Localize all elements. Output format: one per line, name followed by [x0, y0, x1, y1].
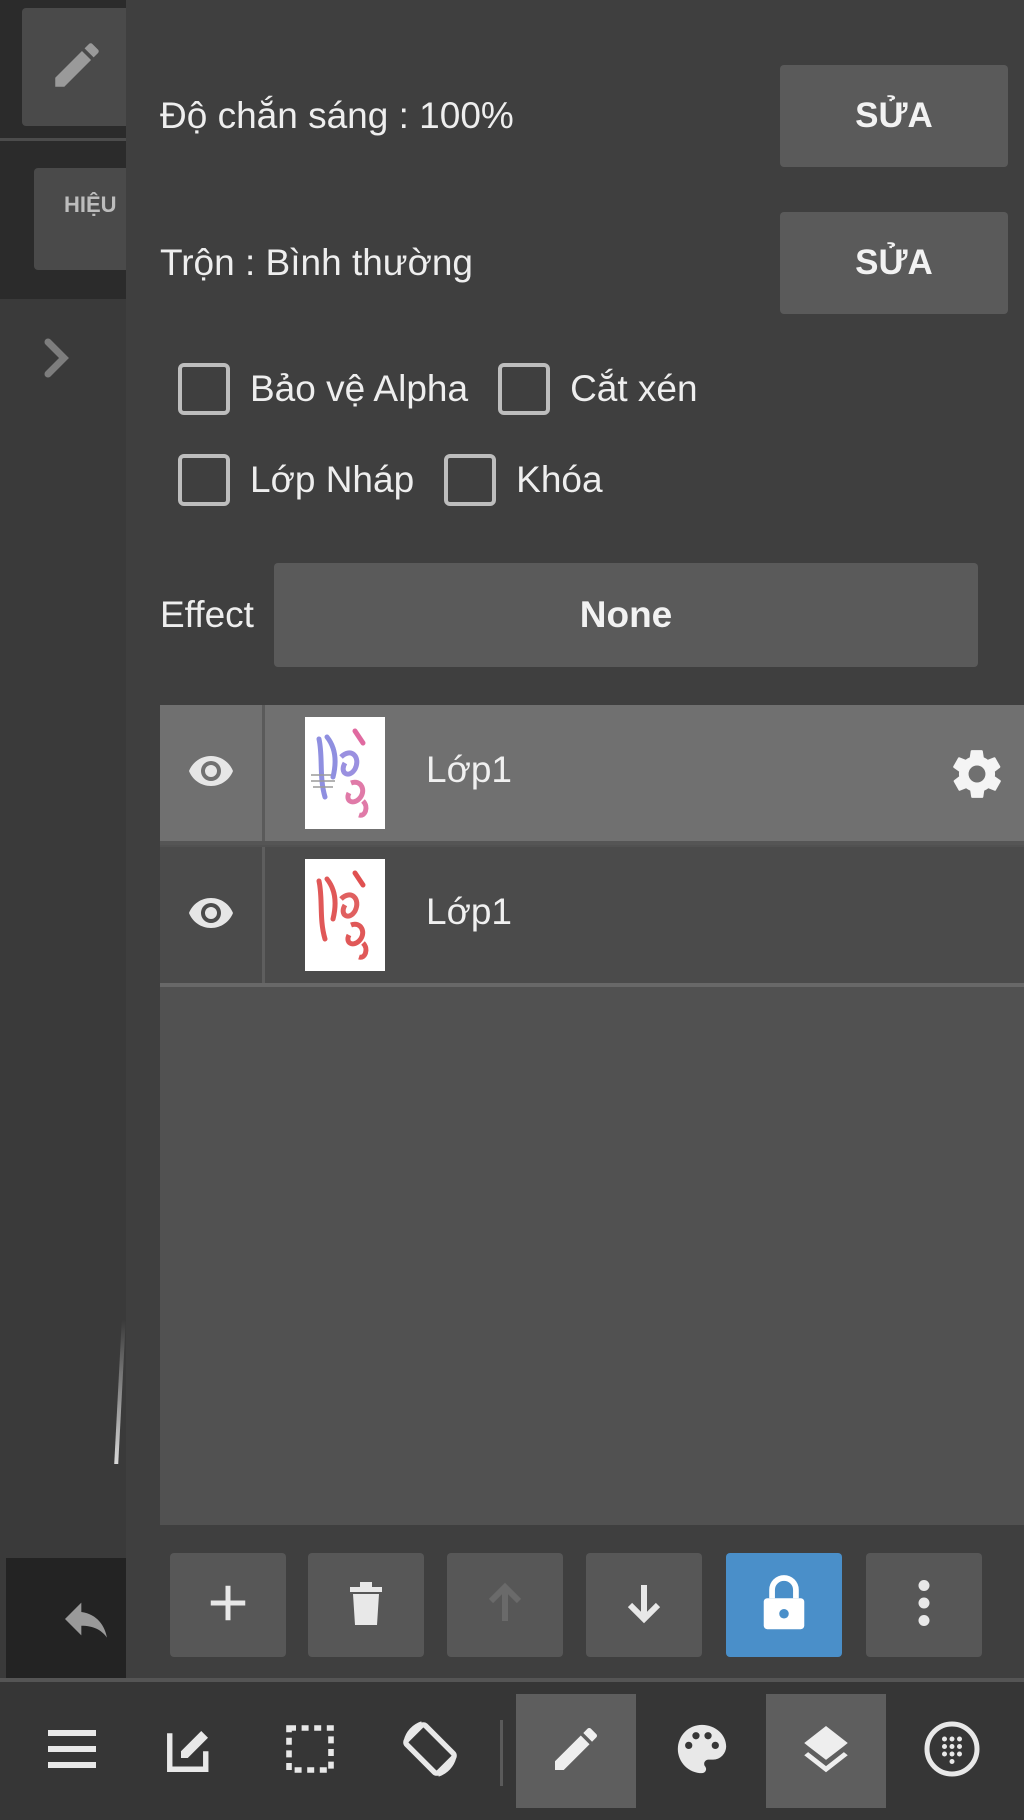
- blend-row: Trộn : Bình thường SỬA: [160, 211, 1008, 315]
- nav-palette-button[interactable]: [642, 1694, 762, 1808]
- edit-icon: [163, 1722, 217, 1781]
- side-pen-button[interactable]: [22, 8, 126, 126]
- lock-checkbox[interactable]: [444, 454, 497, 506]
- nav-layers-button[interactable]: [766, 1694, 886, 1808]
- arrow-up-icon: [485, 1581, 525, 1630]
- lock-layer-button[interactable]: [726, 1553, 842, 1657]
- palette-icon: [673, 1720, 731, 1783]
- effect-label: Effect: [160, 594, 254, 635]
- delete-layer-button[interactable]: [308, 1553, 424, 1657]
- checkbox-row-1: Bảo vệ Alpha Cắt xén: [178, 360, 728, 418]
- canvas-side-strip: HIỆU: [0, 0, 126, 1685]
- chevron-right-icon[interactable]: [40, 336, 74, 385]
- draft-layer-option[interactable]: Lớp Nháp: [178, 454, 414, 506]
- row-divider: [160, 841, 1024, 845]
- clipping-checkbox[interactable]: [498, 363, 551, 415]
- side-effect-button[interactable]: HIỆU: [34, 168, 126, 270]
- pencil-icon: [48, 36, 106, 99]
- opacity-label: Độ chắn sáng : 100%: [160, 95, 514, 136]
- pen-icon: [548, 1721, 604, 1782]
- effect-select-button[interactable]: None: [274, 563, 978, 667]
- plus-icon: [205, 1580, 251, 1631]
- layer-name: Lớp1: [426, 749, 512, 790]
- move-layer-down-button[interactable]: [586, 1553, 702, 1657]
- app-root: HIỆU Độ chắn sáng : 100% SỬA Trộn : Bình…: [0, 0, 1024, 1820]
- canvas-stroke: [114, 1320, 126, 1464]
- add-layer-button[interactable]: [170, 1553, 286, 1657]
- clipping-label: Cắt xén: [570, 368, 698, 409]
- draft-layer-label: Lớp Nháp: [250, 459, 415, 500]
- eye-icon: [187, 747, 235, 800]
- lock-option[interactable]: Khóa: [444, 454, 603, 506]
- undo-button[interactable]: [6, 1558, 126, 1685]
- layer-thumbnail: [305, 859, 385, 971]
- opacity-row: Độ chắn sáng : 100% SỬA: [160, 64, 1008, 168]
- layer-toolbar: [170, 1553, 1010, 1657]
- draft-layer-checkbox[interactable]: [178, 454, 230, 506]
- layer-row[interactable]: Lớp1: [160, 705, 1024, 841]
- nav-edit-button[interactable]: [130, 1694, 250, 1808]
- row-divider: [160, 983, 1024, 987]
- row-separator: [262, 705, 265, 841]
- bottom-navigation: [0, 1682, 1024, 1820]
- layer-properties-panel: Độ chắn sáng : 100% SỬA Trộn : Bình thườ…: [126, 0, 1024, 1685]
- nav-rotate-button[interactable]: [370, 1694, 490, 1808]
- eye-icon: [187, 889, 235, 942]
- arrow-down-icon: [624, 1581, 664, 1630]
- move-layer-up-button[interactable]: [447, 1553, 563, 1657]
- more-options-button[interactable]: [866, 1553, 982, 1657]
- lock-icon: [755, 1572, 813, 1639]
- visibility-toggle[interactable]: [160, 847, 262, 983]
- lock-label: Khóa: [516, 459, 603, 500]
- layer-list[interactable]: Lớp1 Lớp1: [160, 705, 1024, 1525]
- nav-selection-button[interactable]: [250, 1694, 370, 1808]
- row-separator: [262, 847, 265, 983]
- alpha-protect-checkbox[interactable]: [178, 363, 230, 415]
- layers-icon: [797, 1720, 855, 1783]
- trash-icon: [342, 1577, 390, 1634]
- undo-icon: [58, 1591, 114, 1652]
- blend-label: Trộn : Bình thường: [160, 242, 473, 283]
- visibility-toggle[interactable]: [160, 705, 262, 841]
- menu-icon: [44, 1727, 100, 1776]
- nav-grid-button[interactable]: [892, 1694, 1012, 1808]
- edit-opacity-button[interactable]: SỬA: [780, 65, 1008, 167]
- nav-menu-button[interactable]: [12, 1694, 132, 1808]
- layer-thumbnail: [305, 717, 385, 829]
- rotate-icon: [398, 1717, 462, 1786]
- more-vertical-icon: [914, 1578, 934, 1633]
- nav-pen-button[interactable]: [516, 1694, 636, 1808]
- nav-separator: [500, 1720, 503, 1786]
- checkbox-row-2: Lớp Nháp Khóa: [178, 451, 633, 509]
- alpha-protect-label: Bảo vệ Alpha: [250, 368, 469, 409]
- layer-row[interactable]: Lớp1: [160, 847, 1024, 983]
- effect-row: Effect None: [160, 563, 1008, 667]
- clipping-option[interactable]: Cắt xén: [498, 363, 698, 415]
- grid-icon: [922, 1719, 982, 1784]
- layer-name: Lớp1: [426, 891, 512, 932]
- selection-icon: [282, 1721, 338, 1782]
- alpha-protect-option[interactable]: Bảo vệ Alpha: [178, 363, 468, 415]
- edit-blend-button[interactable]: SỬA: [780, 212, 1008, 314]
- gear-icon[interactable]: [948, 745, 1006, 808]
